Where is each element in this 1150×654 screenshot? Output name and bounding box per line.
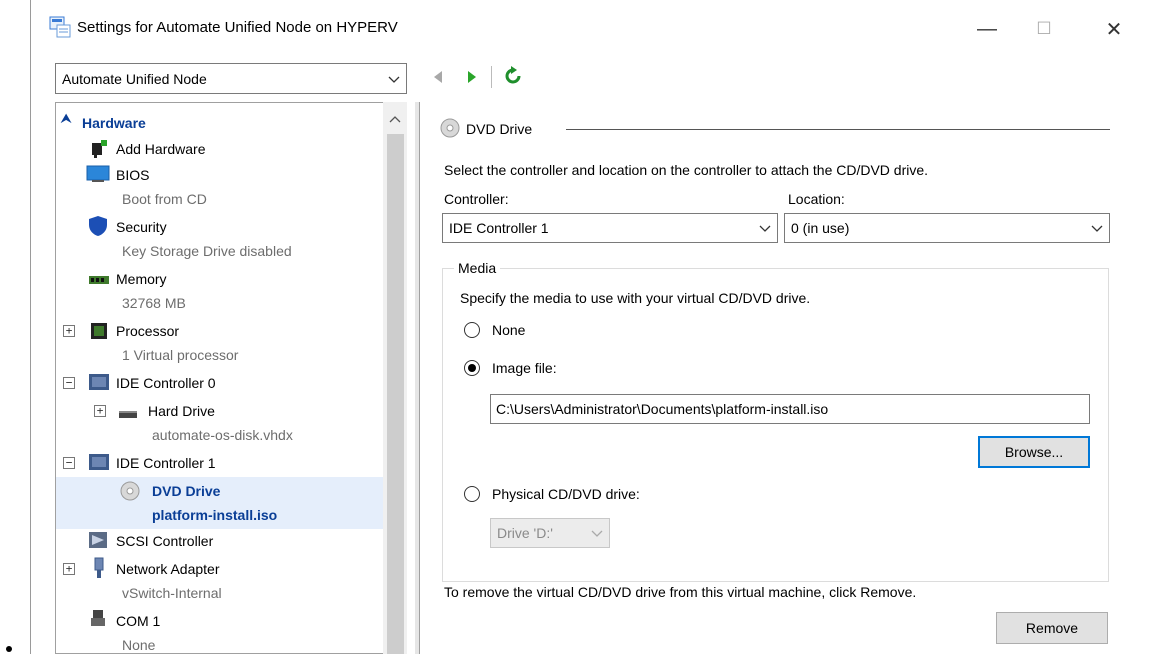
tree-item-hard-drive[interactable]: Hard Drive (148, 403, 215, 419)
dvd-disc-icon (120, 481, 140, 504)
tree-item-network-adapter[interactable]: Network Adapter (116, 561, 220, 577)
hardware-tree: ⮝ Hardware Add Hardware BIOS Boot from C… (55, 102, 407, 654)
processor-icon (89, 321, 109, 344)
expand-processor-icon[interactable]: + (63, 325, 75, 337)
tree-item-dvd-drive-detail: platform-install.iso (152, 507, 278, 523)
minimize-icon: — (977, 17, 997, 40)
close-icon: ✕ (1105, 18, 1123, 41)
tree-item-hard-drive-detail: automate-os-disk.vhdx (152, 427, 293, 443)
tree-item-ide-controller-1[interactable]: IDE Controller 1 (116, 455, 216, 471)
chevron-down-icon (1091, 220, 1103, 236)
close-button[interactable]: ✕ (1091, 10, 1137, 48)
tree-item-memory[interactable]: Memory (116, 271, 167, 287)
browse-button-label: Browse... (1004, 444, 1064, 460)
maximize-icon: ☐ (1036, 19, 1052, 38)
tree-item-dvd-drive[interactable]: DVD Drive (152, 483, 220, 499)
image-file-radio-label[interactable]: Image file: (492, 360, 557, 376)
tree-item-network-adapter-detail: vSwitch-Internal (122, 585, 222, 601)
back-arrow-icon[interactable] (431, 70, 445, 87)
browse-button[interactable]: Browse... (978, 436, 1090, 468)
tree-item-processor[interactable]: Processor (116, 323, 179, 339)
tree-scrollbar-thumb[interactable] (387, 134, 404, 654)
location-dropdown[interactable]: 0 (in use) (784, 213, 1110, 243)
tree-item-ide-controller-0[interactable]: IDE Controller 0 (116, 375, 216, 391)
shield-icon (88, 215, 108, 240)
expand-network-adapter-icon[interactable]: + (63, 563, 75, 575)
tree-item-com-1-detail: None (122, 637, 156, 653)
settings-window: Settings for Automate Unified Node on HY… (30, 0, 1150, 654)
maximize-button[interactable]: ☐ (1021, 10, 1067, 48)
tree-item-bios[interactable]: BIOS (116, 167, 149, 183)
ide-controller-icon (88, 373, 110, 394)
controller-instruction: Select the controller and location on th… (444, 162, 929, 178)
refresh-icon[interactable] (503, 66, 523, 89)
media-instruction: Specify the media to use with your virtu… (460, 290, 811, 306)
list-bullet (6, 646, 12, 652)
chevron-down-icon (759, 220, 771, 236)
collapse-section-icon[interactable]: ⮝ (61, 111, 71, 126)
physical-drive-value: Drive 'D:' (497, 525, 553, 541)
vm-selector-dropdown[interactable]: Automate Unified Node (55, 63, 407, 94)
window-title: Settings for Automate Unified Node on HY… (77, 19, 398, 36)
settings-app-icon (49, 16, 71, 41)
collapse-ide-0-icon[interactable]: − (63, 377, 75, 389)
controller-dropdown[interactable]: IDE Controller 1 (442, 213, 778, 243)
tree-item-com-1[interactable]: COM 1 (116, 613, 160, 629)
tree-item-memory-detail: 32768 MB (122, 295, 186, 311)
controller-value: IDE Controller 1 (449, 220, 549, 236)
dvd-disc-icon (440, 118, 460, 141)
collapse-ide-1-icon[interactable]: − (63, 457, 75, 469)
toolbar-separator (491, 66, 492, 88)
minimize-button[interactable]: — (964, 10, 1010, 48)
media-legend: Media (454, 260, 501, 276)
hard-drive-icon (118, 407, 138, 423)
chevron-down-icon (591, 525, 603, 541)
section-heading: DVD Drive (466, 121, 533, 137)
location-label: Location: (788, 191, 845, 207)
dvd-drive-settings-panel: DVD Drive Select the controller and loca… (419, 102, 1118, 654)
forward-arrow-icon[interactable] (465, 70, 479, 87)
tree-item-processor-detail: 1 Virtual processor (122, 347, 239, 363)
scroll-up-icon[interactable] (389, 110, 401, 126)
vm-selector-value: Automate Unified Node (62, 70, 207, 87)
title-bar: Settings for Automate Unified Node on HY… (31, 0, 1150, 50)
none-radio[interactable] (464, 322, 480, 338)
tree-item-bios-detail: Boot from CD (122, 191, 207, 207)
bios-icon (86, 165, 110, 186)
image-file-radio[interactable] (464, 360, 480, 376)
tree-item-add-hardware[interactable]: Add Hardware (116, 141, 206, 157)
controller-label: Controller: (444, 191, 509, 207)
tree-item-security-detail: Key Storage Drive disabled (122, 243, 292, 259)
remove-button-label: Remove (1025, 620, 1079, 636)
physical-drive-radio[interactable] (464, 486, 480, 502)
ide-controller-icon (88, 453, 110, 474)
tree-item-scsi-controller[interactable]: SCSI Controller (116, 533, 213, 549)
tree-item-security[interactable]: Security (116, 219, 167, 235)
add-hardware-icon (90, 139, 108, 162)
image-path-input[interactable]: C:\Users\Administrator\Documents\platfor… (490, 394, 1090, 424)
memory-icon (88, 273, 110, 289)
expand-hard-drive-icon[interactable]: + (94, 405, 106, 417)
image-path-value: C:\Users\Administrator\Documents\platfor… (496, 401, 829, 417)
remove-instruction: To remove the virtual CD/DVD drive from … (444, 584, 917, 600)
heading-rule (566, 129, 1110, 130)
tree-section-hardware[interactable]: Hardware (82, 115, 146, 131)
location-value: 0 (in use) (791, 220, 850, 236)
physical-drive-dropdown[interactable]: Drive 'D:' (490, 518, 610, 548)
chevron-down-icon (388, 71, 400, 87)
none-radio-label[interactable]: None (492, 322, 525, 338)
network-adapter-icon (92, 557, 106, 582)
remove-button[interactable]: Remove (996, 612, 1108, 644)
com-port-icon (90, 609, 106, 632)
physical-drive-radio-label[interactable]: Physical CD/DVD drive: (492, 486, 640, 502)
scsi-controller-icon (88, 531, 108, 552)
